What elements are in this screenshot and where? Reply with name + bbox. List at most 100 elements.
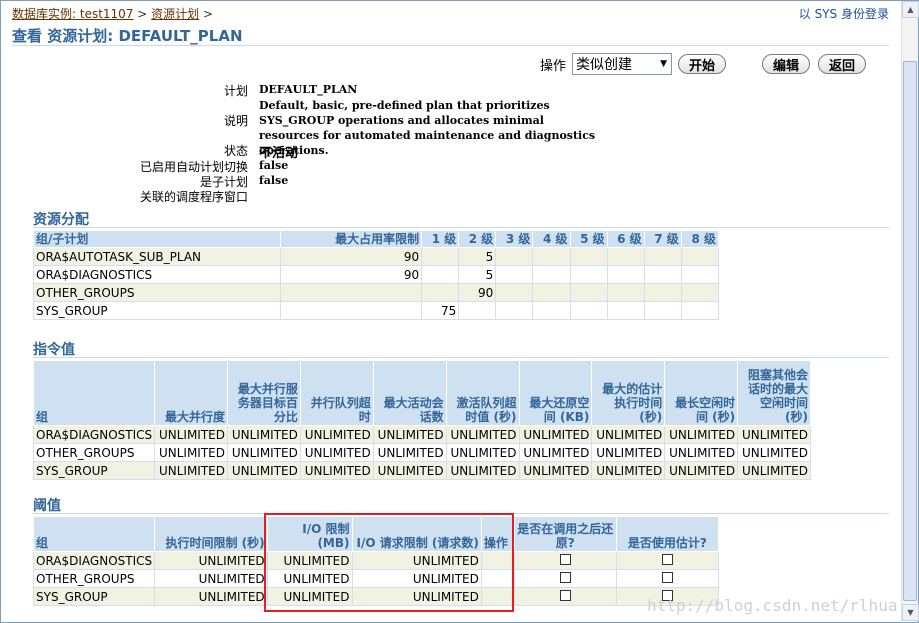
table-cell: SYS_GROUP — [32, 587, 156, 606]
table-cell — [569, 283, 608, 302]
table-cell: UNLIMITED — [372, 425, 447, 444]
table-cell: UNLIMITED — [154, 551, 268, 570]
column-header: 6 级 — [606, 230, 645, 248]
table-cell: UNLIMITED — [591, 443, 666, 462]
table-row: SYS_GROUP 75 — [33, 301, 720, 320]
table-cell: 5 — [458, 247, 497, 266]
restore-after-call-checkbox[interactable] — [559, 589, 571, 601]
table-cell: 5 — [458, 265, 497, 284]
table-cell: ORA$DIAGNOSTICS — [32, 425, 156, 444]
table-cell — [643, 301, 682, 320]
table-cell — [615, 569, 720, 588]
column-header: 是否使用估计? — [615, 516, 720, 552]
scroll-up-icon[interactable]: ▲ — [902, 1, 919, 18]
go-button[interactable]: 开始 — [678, 54, 727, 74]
use-estimate-checkbox[interactable] — [661, 571, 673, 583]
highlight-box — [264, 513, 514, 612]
column-header: 4 级 — [532, 230, 571, 248]
table-cell: 75 — [421, 301, 460, 320]
column-header: 是否在调用之后还原? — [513, 516, 617, 552]
table-cell — [532, 247, 571, 266]
vertical-scrollbar[interactable]: ▲ ▼ — [901, 1, 919, 621]
table-cell — [513, 587, 617, 606]
table-cell: UNLIMITED — [664, 443, 739, 462]
table-cell: 90 — [458, 283, 497, 302]
table-cell: UNLIMITED — [591, 461, 666, 480]
action-label: 操作 — [540, 58, 567, 74]
restore-after-call-checkbox[interactable] — [559, 553, 571, 565]
allocation-section-title: 资源分配 — [33, 212, 89, 228]
column-header: 执行时间限制 (秒) — [154, 516, 268, 552]
action-select[interactable]: 类似创建 ▼ — [572, 53, 673, 75]
table-cell — [421, 283, 460, 302]
table-cell: 90 — [279, 247, 423, 266]
title-divider — [12, 45, 889, 46]
page-title: 查看 资源计划: DEFAULT_PLAN — [12, 27, 243, 45]
table-cell: SYS_GROUP — [32, 461, 156, 480]
table-cell: UNLIMITED — [154, 569, 268, 588]
table-cell: OTHER_GROUPS — [32, 569, 156, 588]
table-cell — [606, 247, 645, 266]
thresholds-section-title: 阈值 — [33, 498, 61, 514]
table-cell: UNLIMITED — [154, 587, 268, 606]
login-user-link[interactable]: 以 SYS 身份登录 — [799, 5, 889, 22]
table-cell: UNLIMITED — [445, 443, 520, 462]
column-header: 最长空闲时间 (秒) — [664, 360, 739, 426]
back-button[interactable]: 返回 — [818, 54, 867, 74]
table-cell — [680, 247, 720, 266]
scroll-down-icon[interactable]: ▼ — [902, 604, 919, 621]
allocation-table: 组/子计划 最大占用率限制 1 级 2 级 3 级 4 级 5 级 6 级 7 … — [33, 230, 720, 320]
chevron-down-icon[interactable]: ▼ — [660, 59, 671, 69]
table-row: OTHER_GROUPS UNLIMITED UNLIMITED UNLIMIT… — [32, 443, 811, 462]
table-cell: UNLIMITED — [591, 425, 666, 444]
table-cell — [495, 301, 534, 320]
table-cell — [495, 265, 534, 284]
column-header: 组 — [32, 360, 156, 426]
table-cell — [615, 551, 720, 570]
scroll-thumb[interactable] — [903, 61, 917, 601]
column-header: 阻塞其他会话时的最大空闲时间 (秒) — [737, 360, 811, 426]
table-cell: UNLIMITED — [737, 425, 811, 444]
column-header: 7 级 — [643, 230, 682, 248]
breadcrumb-separator: > — [203, 7, 214, 21]
column-header: 最大活动会话数 — [372, 360, 447, 426]
table-row: ORA$DIAGNOSTICS UNLIMITED UNLIMITED UNLI… — [32, 425, 811, 444]
breadcrumb-resource-plans[interactable]: 资源计划 — [151, 7, 199, 21]
column-header: 并行队列超时 — [299, 360, 374, 426]
action-select-value: 类似创建 — [576, 57, 633, 73]
table-cell: UNLIMITED — [299, 461, 374, 480]
column-header: 最大占用率限制 — [279, 230, 423, 248]
table-cell: UNLIMITED — [154, 461, 228, 480]
table-cell: UNLIMITED — [299, 443, 374, 462]
directives-table: 组 最大并行度 最大并行服务器目标百分比 并行队列超时 最大活动会话数 激活队列… — [32, 360, 811, 480]
table-cell — [569, 247, 608, 266]
edit-button[interactable]: 编辑 — [762, 54, 811, 74]
table-cell: UNLIMITED — [518, 461, 593, 480]
table-cell: 90 — [279, 265, 423, 284]
table-cell — [532, 265, 571, 284]
table-cell: UNLIMITED — [227, 425, 301, 444]
watermark: http://blog.csdn.net/rlhua — [647, 596, 898, 615]
table-cell — [680, 265, 720, 284]
table-cell: UNLIMITED — [445, 461, 520, 480]
table-cell — [643, 247, 682, 266]
breadcrumb-db-instance[interactable]: 数据库实例: test1107 — [12, 7, 133, 21]
table-cell — [495, 283, 534, 302]
use-estimate-checkbox[interactable] — [661, 553, 673, 565]
table-cell — [643, 283, 682, 302]
table-cell: UNLIMITED — [664, 425, 739, 444]
table-cell: UNLIMITED — [518, 425, 593, 444]
table-cell — [569, 265, 608, 284]
plan-value: DEFAULT_PLAN — [259, 83, 358, 96]
scheduler-window-label: 关联的调度程序窗口 — [139, 190, 248, 204]
table-cell — [421, 265, 460, 284]
table-cell: UNLIMITED — [737, 461, 811, 480]
column-header: 组/子计划 — [33, 230, 281, 248]
table-cell — [532, 283, 571, 302]
table-cell — [606, 301, 645, 320]
table-header-row: 组 最大并行度 最大并行服务器目标百分比 并行队列超时 最大活动会话数 激活队列… — [32, 360, 811, 426]
restore-after-call-checkbox[interactable] — [559, 571, 571, 583]
breadcrumb: 数据库实例: test1107 > 资源计划 > — [12, 5, 213, 22]
table-cell — [532, 301, 571, 320]
section-divider — [33, 357, 889, 358]
